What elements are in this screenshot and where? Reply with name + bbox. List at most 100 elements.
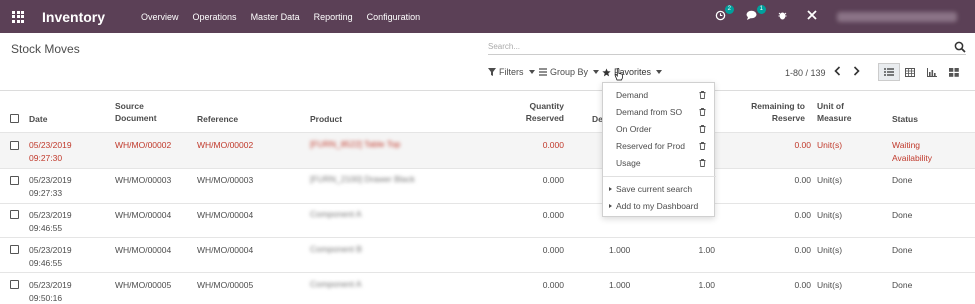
pivot-view-icon[interactable] [899, 63, 921, 81]
header-date[interactable]: Date [29, 113, 47, 125]
control-panel-divider [0, 90, 975, 91]
favorite-demand-from-so[interactable]: Demand from SO [616, 107, 682, 117]
row-time: 09:27:33 [29, 188, 63, 198]
favorite-on-order[interactable]: On Order [616, 124, 651, 134]
row-time: 09:46:55 [29, 258, 63, 268]
app-name[interactable]: Inventory [42, 9, 105, 25]
row-date: 05/23/2019 [29, 140, 72, 150]
row-remaining: 0.00 [794, 280, 811, 290]
list-bars-icon [539, 68, 547, 76]
menu-operations[interactable]: Operations [193, 12, 237, 22]
search-input[interactable] [488, 39, 928, 53]
trash-icon[interactable] [699, 125, 706, 133]
row-product: [FURN_2100] Drawer Black [310, 174, 415, 184]
dropdown-divider [603, 176, 716, 177]
row-reference: WH/MO/00005 [197, 280, 254, 290]
row-checkbox[interactable] [10, 176, 19, 185]
row-source: WH/MO/00003 [115, 175, 172, 185]
row-status: Done [892, 210, 913, 220]
row-demand: 1.000 [609, 245, 631, 255]
row-qty-reserved: 0.000 [542, 245, 564, 255]
row-uom: Unit(s) [817, 280, 843, 290]
row-uom: Unit(s) [817, 210, 843, 220]
header-source-line1: Source [115, 101, 144, 111]
add-to-dashboard[interactable]: Add to my Dashboard [616, 201, 698, 211]
row-status: Done [892, 245, 913, 255]
row-status: Waiting [892, 140, 921, 150]
row-date: 05/23/2019 [29, 210, 72, 220]
row-source: WH/MO/00002 [115, 140, 172, 150]
search-icon[interactable] [954, 41, 966, 53]
user-menu[interactable] [837, 11, 957, 22]
filters-button[interactable]: Filters [488, 67, 535, 77]
apps-grid-icon[interactable] [12, 10, 24, 23]
row-status: Done [892, 280, 913, 290]
row-source: WH/MO/00005 [115, 280, 172, 290]
row-qty-reserved: 0.000 [542, 140, 564, 150]
header-reference[interactable]: Reference [197, 113, 238, 125]
trash-icon[interactable] [699, 91, 706, 99]
row-checkbox[interactable] [10, 280, 19, 289]
trash-icon[interactable] [699, 159, 706, 167]
row-product: Component A [310, 279, 362, 289]
favorite-usage[interactable]: Usage [616, 158, 641, 168]
favorite-demand[interactable]: Demand [616, 90, 648, 100]
kanban-view-icon[interactable] [943, 63, 965, 81]
header-unit-of-measure[interactable]: Unit of Measure [817, 100, 852, 124]
favorite-reserved-for-prod[interactable]: Reserved for Prod [616, 141, 685, 151]
row-divider [0, 203, 975, 204]
favorites-button[interactable]: Favorites [602, 67, 663, 77]
pager-previous-icon[interactable] [834, 66, 841, 79]
header-quantity-reserved[interactable]: Quantity Reserved [500, 100, 564, 124]
row-checkbox[interactable] [10, 141, 19, 150]
trash-icon[interactable] [699, 108, 706, 116]
activity-clock-icon[interactable]: 2 [715, 4, 734, 24]
row-divider [0, 237, 975, 238]
row-checkbox[interactable] [10, 245, 19, 254]
header-remaining-to-reserve[interactable]: Remaining to Reserve [730, 100, 805, 124]
header-source-document[interactable]: Source Document [115, 100, 157, 124]
row-checkbox[interactable] [10, 210, 19, 219]
page-title: Stock Moves [11, 42, 80, 56]
row-demand: 1.000 [609, 280, 631, 290]
row-qty-reserved: 0.000 [542, 175, 564, 185]
trash-icon[interactable] [699, 142, 706, 150]
row-remaining: 0.00 [794, 140, 811, 150]
menu-configuration[interactable]: Configuration [367, 12, 421, 22]
row-remaining: 0.00 [794, 175, 811, 185]
row-remaining: 0.00 [794, 210, 811, 220]
header-qty-line1: Quantity [529, 101, 564, 111]
messages-icon[interactable]: 1 [746, 4, 766, 24]
caret-right-icon [609, 187, 612, 191]
row-time: 09:46:55 [29, 223, 63, 233]
messages-badge: 1 [756, 4, 766, 14]
activity-badge: 2 [724, 4, 734, 14]
graph-view-icon[interactable] [921, 63, 943, 81]
pager-next-icon[interactable] [853, 66, 860, 79]
row-divider [0, 168, 975, 169]
menu-master-data[interactable]: Master Data [251, 12, 300, 22]
row-reference: WH/MO/00002 [197, 140, 254, 150]
header-remaining-line1: Remaining to [751, 101, 805, 111]
search-bar[interactable] [488, 39, 966, 55]
menu-overview[interactable]: Overview [141, 12, 179, 22]
row-uom: Unit(s) [817, 140, 843, 150]
header-uom-line1: Unit of [817, 101, 844, 111]
save-current-search[interactable]: Save current search [616, 184, 692, 194]
row-status-line2: Availability [892, 153, 933, 163]
row-time: 09:50:16 [29, 293, 63, 303]
group-by-button[interactable]: Group By [539, 67, 600, 77]
header-status[interactable]: Status [892, 113, 918, 125]
filter-icon [488, 68, 496, 76]
row-uom: Unit(s) [817, 175, 843, 185]
list-view-icon[interactable] [878, 63, 900, 81]
bug-icon[interactable] [778, 10, 787, 23]
tools-icon[interactable] [807, 10, 817, 23]
menu-reporting[interactable]: Reporting [314, 12, 353, 22]
hand-cursor-icon [614, 68, 623, 81]
pager-value[interactable]: 1-80 / 139 [785, 68, 826, 78]
row-remaining: 0.00 [794, 245, 811, 255]
select-all-checkbox[interactable] [10, 114, 19, 123]
row-qty-reserved: 0.000 [542, 210, 564, 220]
header-product[interactable]: Product [310, 113, 342, 125]
